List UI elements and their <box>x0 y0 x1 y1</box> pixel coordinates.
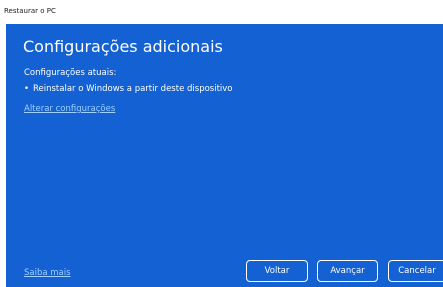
window-title: Restaurar o PC <box>4 7 56 15</box>
bullet-icon: • <box>24 84 30 94</box>
change-settings-link[interactable]: Alterar configurações <box>24 104 115 114</box>
reset-pc-window: Restaurar o PC Configurações adicionais … <box>0 0 443 287</box>
current-settings-label: Configurações atuais: <box>24 68 117 78</box>
title-bar: Restaurar o PC <box>0 0 443 24</box>
current-settings-item: • Reinstalar o Windows a partir deste dis… <box>24 84 233 94</box>
page-title: Configurações adicionais <box>23 37 223 56</box>
learn-more-link[interactable]: Saiba mais <box>24 268 71 278</box>
content-panel: Configurações adicionais Configurações a… <box>6 24 443 287</box>
current-settings-item-text: Reinstalar o Windows a partir deste disp… <box>33 84 233 94</box>
next-button[interactable]: Avançar <box>317 260 378 282</box>
cancel-button[interactable]: Cancelar <box>388 260 443 282</box>
back-button[interactable]: Voltar <box>246 260 308 282</box>
